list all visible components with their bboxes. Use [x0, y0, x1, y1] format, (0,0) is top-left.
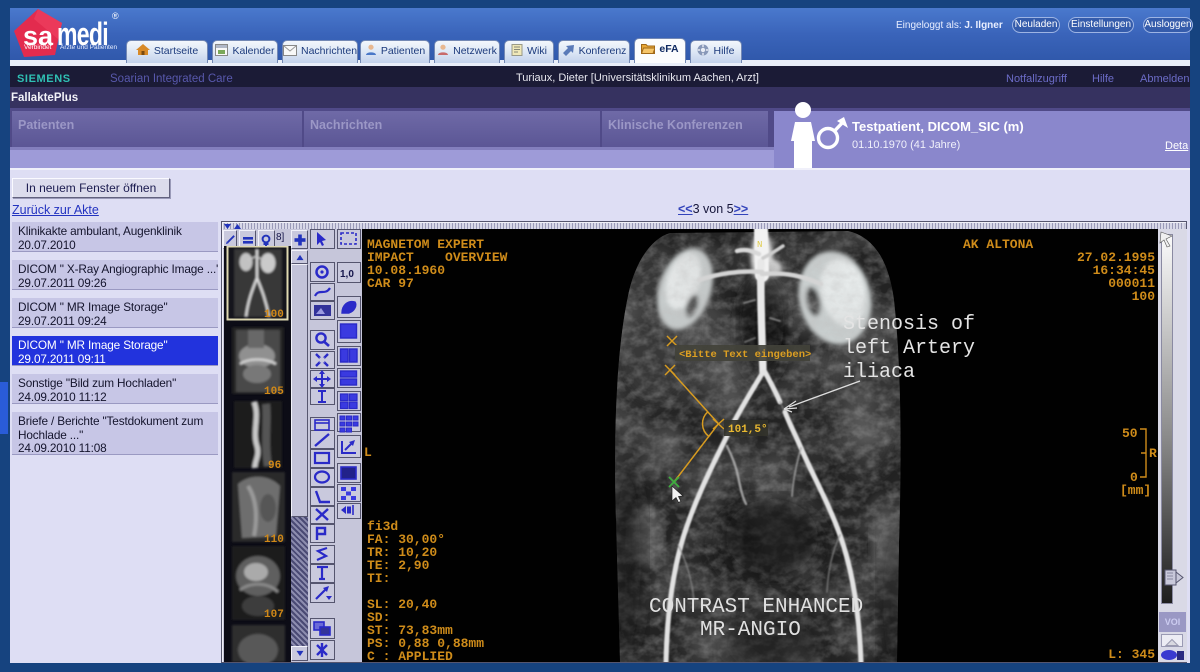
svg-text:107: 107: [264, 609, 284, 621]
svg-text:CONTRAST ENHANCED: CONTRAST ENHANCED: [649, 596, 863, 619]
svg-text:96: 96: [268, 460, 281, 472]
svg-text:50: 50: [1122, 426, 1138, 441]
svg-text:MR-ANGIO: MR-ANGIO: [700, 619, 801, 642]
svg-text:Stenosis of: Stenosis of: [843, 313, 975, 336]
svg-text:left Artery: left Artery: [843, 337, 975, 360]
svg-text:105: 105: [264, 386, 284, 398]
svg-text:110: 110: [264, 534, 284, 546]
svg-text:[mm]: [mm]: [1120, 483, 1151, 498]
svg-text:N: N: [757, 240, 762, 250]
svg-text:iliaca: iliaca: [843, 361, 915, 384]
svg-text:100: 100: [264, 309, 284, 321]
svg-text:101,5°: 101,5°: [728, 424, 768, 436]
svg-text:1,0: 1,0: [340, 269, 354, 280]
svg-text:R: R: [1149, 446, 1157, 461]
svg-text:<Bitte Text eingeben>: <Bitte Text eingeben>: [679, 349, 811, 361]
